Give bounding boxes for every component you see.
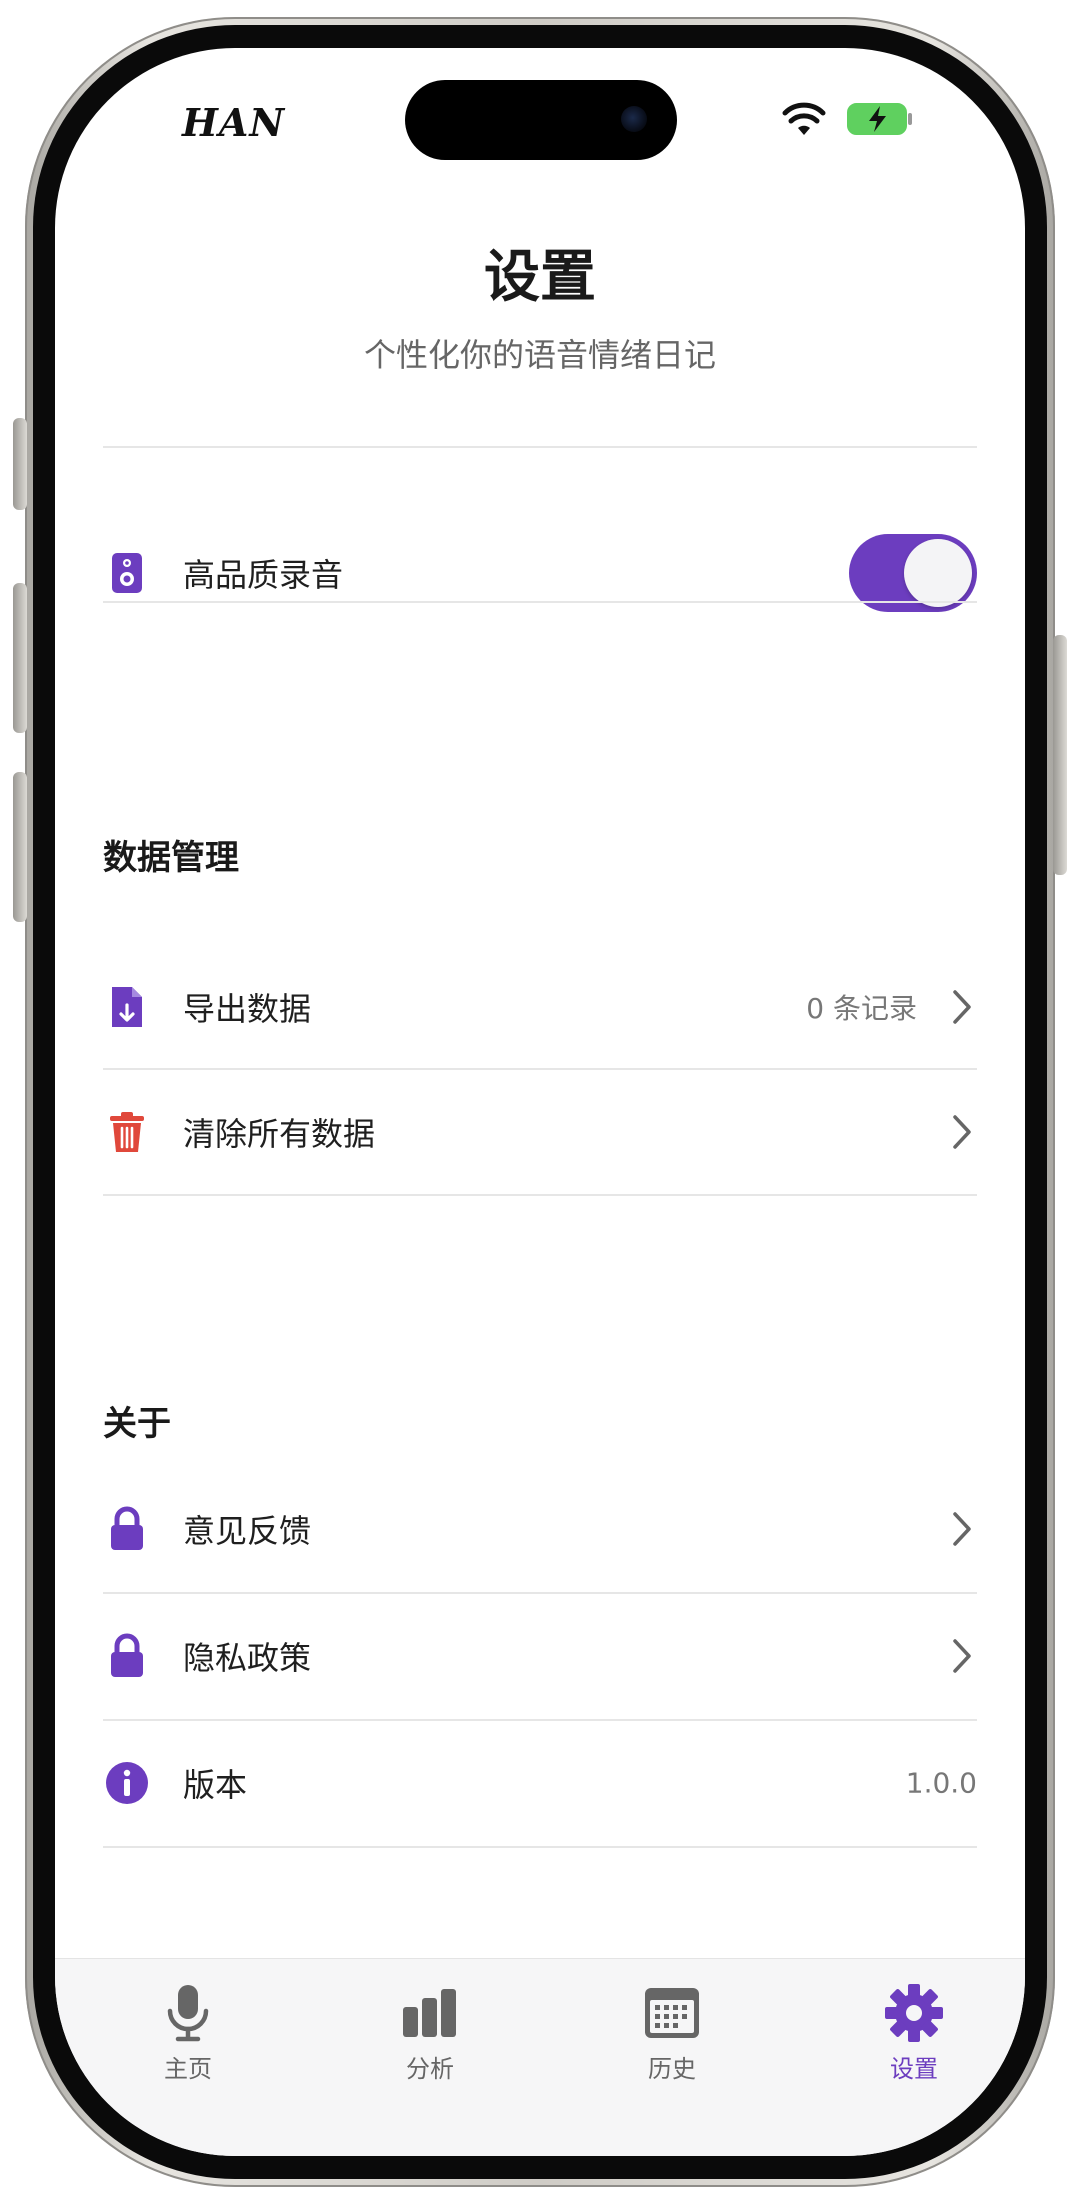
tab-bar: 主页 分析 历史 设置	[55, 1958, 1025, 2156]
version-row: 版本 1.0.0	[103, 1720, 977, 1846]
tab-analysis[interactable]: 分析	[350, 1959, 510, 2089]
action-button	[13, 418, 27, 510]
lock-icon	[111, 1633, 143, 1677]
divider	[103, 601, 977, 603]
section-title-data-management: 数据管理	[103, 838, 239, 878]
dynamic-island	[405, 80, 677, 160]
front-camera	[621, 106, 647, 132]
chevron-right-icon	[953, 1115, 971, 1149]
version-label: 版本	[183, 1766, 248, 1804]
divider	[103, 446, 977, 448]
tab-label-history: 历史	[648, 2055, 696, 2083]
privacy-policy-row[interactable]: 隐私政策	[103, 1593, 977, 1719]
chevron-right-icon	[953, 1512, 971, 1546]
microphone-icon	[167, 1985, 209, 2042]
section-title-about: 关于	[103, 1404, 171, 1444]
chevron-right-icon	[953, 1639, 971, 1673]
export-data-label: 导出数据	[183, 990, 312, 1028]
hq-recording-label: 高品质录音	[183, 556, 344, 594]
clear-data-label: 清除所有数据	[183, 1115, 376, 1153]
hq-recording-row: 高品质录音	[103, 510, 977, 636]
tab-settings[interactable]: 设置	[834, 1959, 994, 2089]
divider	[103, 1194, 977, 1196]
tab-history[interactable]: 历史	[592, 1959, 752, 2089]
screen: HAN 设置 个性化你的语音情绪日记 高品质录音 数据管理 导出数据 0 条记录…	[55, 48, 1025, 2156]
page-title: 设置	[484, 245, 596, 310]
volume-down-button	[13, 772, 27, 922]
page-subtitle: 个性化你的语音情绪日记	[363, 336, 716, 374]
gear-icon	[885, 1984, 943, 2042]
carrier-label: HAN	[182, 100, 286, 145]
tab-label-settings: 设置	[890, 2055, 938, 2083]
info-icon	[106, 1762, 148, 1804]
tab-label-home: 主页	[164, 2055, 212, 2083]
feedback-label: 意见反馈	[183, 1512, 312, 1550]
chevron-right-icon	[953, 990, 971, 1024]
calendar-icon	[645, 1988, 699, 2038]
bar-chart-icon	[403, 1989, 456, 2037]
toggle-knob	[904, 539, 972, 607]
battery-charging-icon	[847, 103, 912, 135]
divider	[103, 1846, 977, 1848]
version-value: 1.0.0	[905, 1766, 977, 1800]
export-record-count: 0 条记录	[806, 992, 917, 1025]
tab-label-analysis: 分析	[406, 2055, 454, 2083]
tab-home[interactable]: 主页	[108, 1959, 268, 2089]
privacy-policy-label: 隐私政策	[183, 1639, 312, 1677]
feedback-row[interactable]: 意见反馈	[103, 1466, 977, 1592]
trash-icon	[110, 1112, 144, 1152]
power-button	[1053, 635, 1067, 875]
wifi-icon	[782, 102, 826, 135]
lock-icon	[111, 1506, 143, 1550]
volume-up-button	[13, 583, 27, 733]
export-data-row[interactable]: 导出数据 0 条记录	[103, 944, 977, 1070]
speaker-icon	[112, 553, 142, 593]
file-export-icon	[112, 987, 142, 1027]
clear-data-row[interactable]: 清除所有数据	[103, 1069, 977, 1195]
